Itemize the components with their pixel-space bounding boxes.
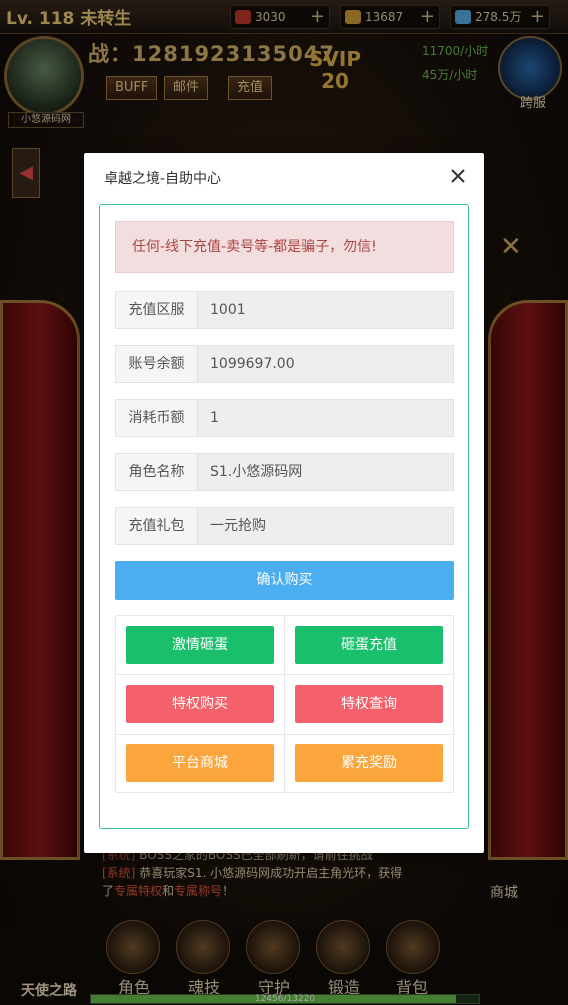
action-button-grid: 激情砸蛋 砸蛋充值 特权购买 特权查询 平台商城 累充奖励 — [115, 615, 454, 793]
field-package-label: 充值礼包 — [116, 508, 198, 544]
field-cost: 消耗币额 1 — [115, 399, 454, 437]
field-balance-label: 账号余额 — [116, 346, 198, 382]
field-server-label: 充值区服 — [116, 292, 198, 328]
smash-egg-button[interactable]: 激情砸蛋 — [126, 626, 274, 664]
dialog-body: 任何-线下充值-卖号等-都是骗子，勿信! 充值区服 1001 账号余额 1099… — [99, 204, 469, 829]
self-service-dialog: 卓越之境-自助中心 任何-线下充值-卖号等-都是骗子，勿信! 充值区服 1001… — [84, 153, 484, 853]
field-server: 充值区服 1001 — [115, 291, 454, 329]
field-role: 角色名称 S1.小悠源码网 — [115, 453, 454, 491]
dialog-header: 卓越之境-自助中心 — [84, 153, 484, 203]
privilege-purchase-button[interactable]: 特权购买 — [126, 685, 274, 723]
platform-mall-button[interactable]: 平台商城 — [126, 744, 274, 782]
field-package: 充值礼包 一元抢购 — [115, 507, 454, 545]
field-cost-label: 消耗币额 — [116, 400, 198, 436]
grid-divider — [284, 616, 285, 792]
cumulative-reward-button[interactable]: 累充奖励 — [295, 744, 443, 782]
field-cost-value[interactable]: 1 — [198, 400, 453, 436]
field-balance-value[interactable]: 1099697.00 — [198, 346, 453, 382]
privilege-query-button[interactable]: 特权查询 — [295, 685, 443, 723]
field-server-value[interactable]: 1001 — [198, 292, 453, 328]
confirm-purchase-button[interactable]: 确认购买 — [115, 561, 454, 600]
grid-divider — [116, 734, 453, 735]
grid-divider — [116, 674, 453, 675]
field-role-value[interactable]: S1.小悠源码网 — [198, 454, 453, 490]
dialog-title: 卓越之境-自助中心 — [104, 171, 222, 187]
close-icon[interactable] — [446, 164, 470, 188]
field-package-select[interactable]: 一元抢购 — [198, 508, 453, 544]
field-role-label: 角色名称 — [116, 454, 198, 490]
warning-alert: 任何-线下充值-卖号等-都是骗子，勿信! — [115, 221, 454, 273]
field-balance: 账号余额 1099697.00 — [115, 345, 454, 383]
egg-recharge-button[interactable]: 砸蛋充值 — [295, 626, 443, 664]
